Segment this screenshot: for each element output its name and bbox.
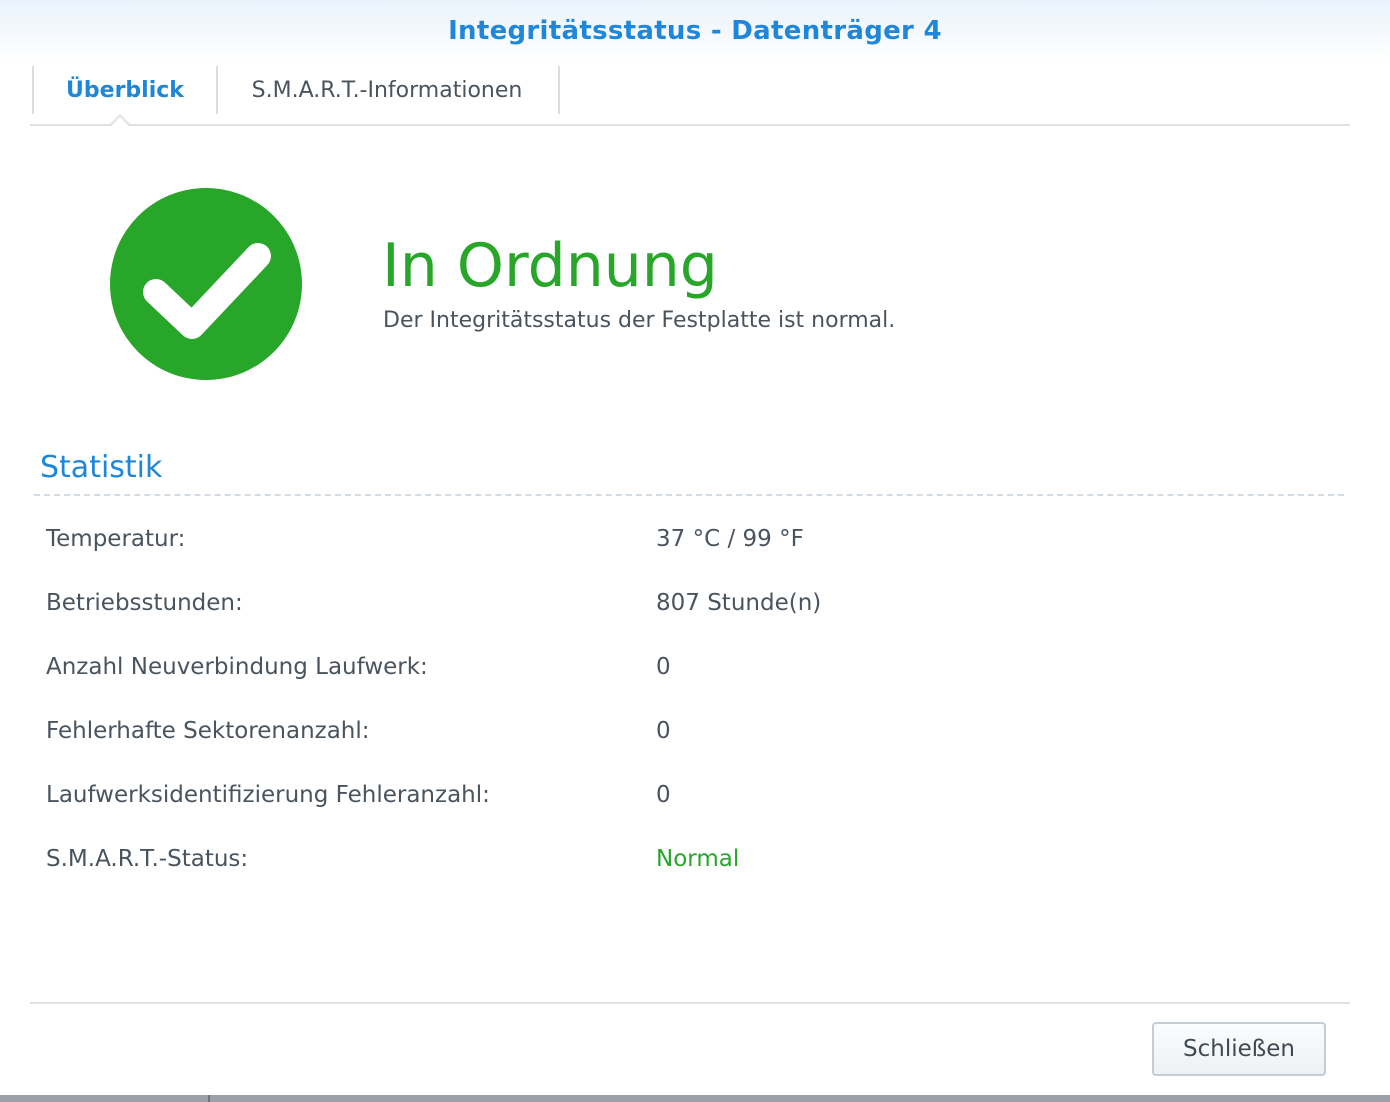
stat-row-power-on-hours: Betriebsstunden: 807 Stunde(n) <box>46 574 1336 638</box>
background-window-edge <box>0 1095 1390 1102</box>
stat-value: 0 <box>656 654 671 680</box>
status-title: In Ordnung <box>382 231 718 301</box>
tab-smart-information[interactable]: S.M.A.R.T.-Informationen <box>216 66 560 114</box>
stat-value: 807 Stunde(n) <box>656 590 822 616</box>
smart-status-value: Normal <box>656 846 740 872</box>
stat-label: S.M.A.R.T.-Status: <box>46 846 249 872</box>
stat-value: 0 <box>656 782 671 808</box>
stat-value: 37 °C / 99 °F <box>656 526 804 552</box>
stat-label: Temperatur: <box>46 526 186 552</box>
background-divider <box>208 1095 210 1102</box>
dialog-titlebar[interactable]: Integritätsstatus - Datenträger 4 <box>0 0 1390 62</box>
stat-row-reconnection-count: Anzahl Neuverbindung Laufwerk: 0 <box>46 638 1336 702</box>
tab-overview[interactable]: Überblick <box>32 66 218 114</box>
stat-row-identify-error-count: Laufwerksidentifizierung Fehleranzahl: 0 <box>46 766 1336 830</box>
stat-label: Betriebsstunden: <box>46 590 243 616</box>
statistics-list: Temperatur: 37 °C / 99 °F Betriebsstunde… <box>46 510 1336 894</box>
stat-value: 0 <box>656 718 671 744</box>
stat-label: Fehlerhafte Sektorenanzahl: <box>46 718 370 744</box>
tab-bar: Überblick S.M.A.R.T.-Informationen <box>30 66 1350 127</box>
stat-label: Anzahl Neuverbindung Laufwerk: <box>46 654 428 680</box>
check-circle-icon <box>110 188 302 380</box>
footer-divider <box>30 1002 1350 1004</box>
stat-label: Laufwerksidentifizierung Fehleranzahl: <box>46 782 490 808</box>
status-description: Der Integritätsstatus der Festplatte ist… <box>383 308 896 333</box>
dialog-title: Integritätsstatus - Datenträger 4 <box>448 16 942 46</box>
stat-row-smart-status: S.M.A.R.T.-Status: Normal <box>46 830 1336 894</box>
statistics-heading: Statistik <box>40 450 163 485</box>
close-button[interactable]: Schließen <box>1152 1022 1326 1076</box>
section-divider <box>34 494 1344 496</box>
stat-row-bad-sector-count: Fehlerhafte Sektorenanzahl: 0 <box>46 702 1336 766</box>
active-tab-indicator <box>108 114 132 127</box>
stat-row-temperature: Temperatur: 37 °C / 99 °F <box>46 510 1336 574</box>
health-status-dialog: Integritätsstatus - Datenträger 4 Überbl… <box>0 0 1390 1095</box>
